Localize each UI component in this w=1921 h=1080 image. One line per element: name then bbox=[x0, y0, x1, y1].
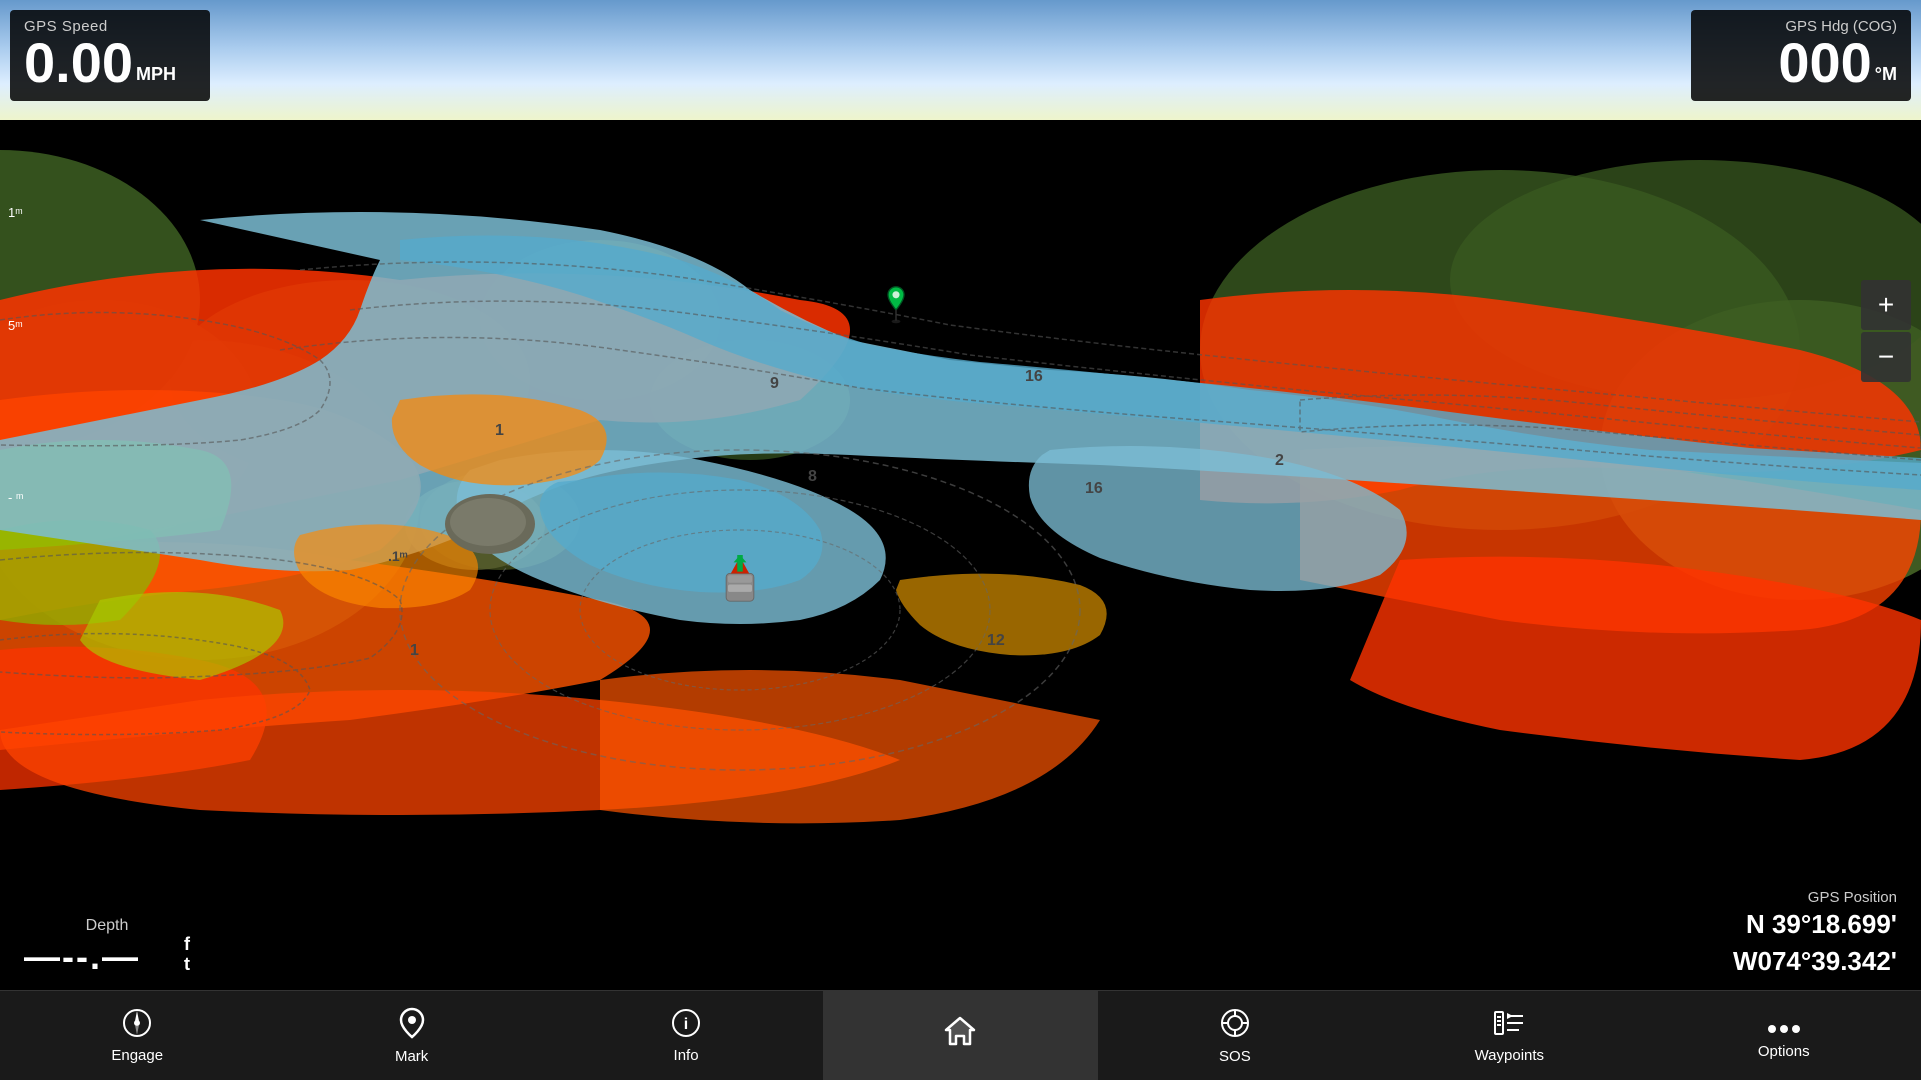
nav-info-label: Info bbox=[674, 1047, 699, 1064]
nav-sos-label: SOS bbox=[1219, 1048, 1251, 1065]
info-icon: i bbox=[671, 1008, 701, 1043]
lifering-icon bbox=[1219, 1007, 1251, 1044]
pin-icon bbox=[398, 1007, 426, 1044]
nav-waypoints-label: Waypoints bbox=[1475, 1047, 1544, 1064]
home-icon bbox=[944, 1016, 976, 1051]
nav-mark-label: Mark bbox=[395, 1048, 428, 1065]
nav-bar: Engage Mark i Info bbox=[0, 990, 1921, 1080]
depth-number-12: 12 bbox=[987, 632, 1005, 650]
compass-icon bbox=[122, 1008, 152, 1043]
gps-speed-hud: GPS Speed 0.00 MPH bbox=[10, 10, 210, 101]
depth-number-16b: 16 bbox=[1085, 480, 1103, 498]
depth-number-9: 9 bbox=[770, 375, 779, 393]
nav-engage-label: Engage bbox=[111, 1047, 163, 1064]
depth-number-1a: 1 bbox=[495, 422, 504, 440]
nav-options-label: Options bbox=[1758, 1043, 1810, 1060]
gps-lon: W074°39.342' bbox=[1671, 943, 1897, 979]
nav-home[interactable] bbox=[823, 991, 1097, 1080]
gps-position-hud: GPS Position N 39°18.699' W074°39.342' bbox=[1651, 879, 1911, 989]
nav-info[interactable]: i Info bbox=[549, 991, 823, 1080]
gps-lat: N 39°18.699' bbox=[1671, 906, 1897, 942]
zoom-controls: + − bbox=[1861, 280, 1911, 382]
gps-pos-label: GPS Position bbox=[1671, 889, 1897, 906]
waypoints-icon bbox=[1493, 1008, 1525, 1043]
gps-hdg-value: 000 °M bbox=[1705, 35, 1897, 91]
terrain-map bbox=[0, 0, 1921, 990]
nav-engage[interactable]: Engage bbox=[0, 991, 274, 1080]
nav-waypoints[interactable]: Waypoints bbox=[1372, 991, 1646, 1080]
depth-unit: f t bbox=[184, 935, 190, 975]
depth-label: Depth bbox=[24, 917, 190, 935]
depth-dashes: —--.— bbox=[24, 936, 140, 978]
nav-mark[interactable]: Mark bbox=[274, 991, 548, 1080]
gps-hdg-hud: GPS Hdg (COG) 000 °M bbox=[1691, 10, 1911, 101]
dots-icon bbox=[1767, 1011, 1801, 1039]
gps-hdg-unit: °M bbox=[1875, 65, 1897, 83]
depth-number-2: 2 bbox=[1275, 452, 1284, 470]
gps-speed-unit: MPH bbox=[136, 65, 176, 83]
waypoint-marker[interactable] bbox=[885, 285, 907, 325]
svg-text:i: i bbox=[684, 1016, 688, 1033]
map-container[interactable]: 9 16 8 16 12 1 1 2 .1ᵐ 1ᵐ 5ᵐ - ᵐ bbox=[0, 0, 1921, 990]
depth-number-8: 8 bbox=[808, 468, 817, 486]
zoom-out-button[interactable]: − bbox=[1861, 332, 1911, 382]
depth-number-01m: .1ᵐ bbox=[388, 548, 408, 564]
zoom-in-button[interactable]: + bbox=[1861, 280, 1911, 330]
scale-5m: 5ᵐ bbox=[8, 318, 23, 333]
nav-options[interactable]: Options bbox=[1647, 991, 1921, 1080]
nav-sos[interactable]: SOS bbox=[1098, 991, 1372, 1080]
depth-number-16a: 16 bbox=[1025, 368, 1043, 386]
scale-bottom: - ᵐ bbox=[8, 490, 23, 505]
depth-value-container: —--.— f t bbox=[24, 935, 190, 979]
scale-1m: 1ᵐ bbox=[8, 205, 23, 220]
boat-icon bbox=[715, 555, 765, 615]
depth-hud: Depth —--.— f t bbox=[10, 907, 210, 989]
gps-speed-value: 0.00 MPH bbox=[24, 35, 196, 91]
depth-number-1b: 1 bbox=[410, 642, 419, 660]
